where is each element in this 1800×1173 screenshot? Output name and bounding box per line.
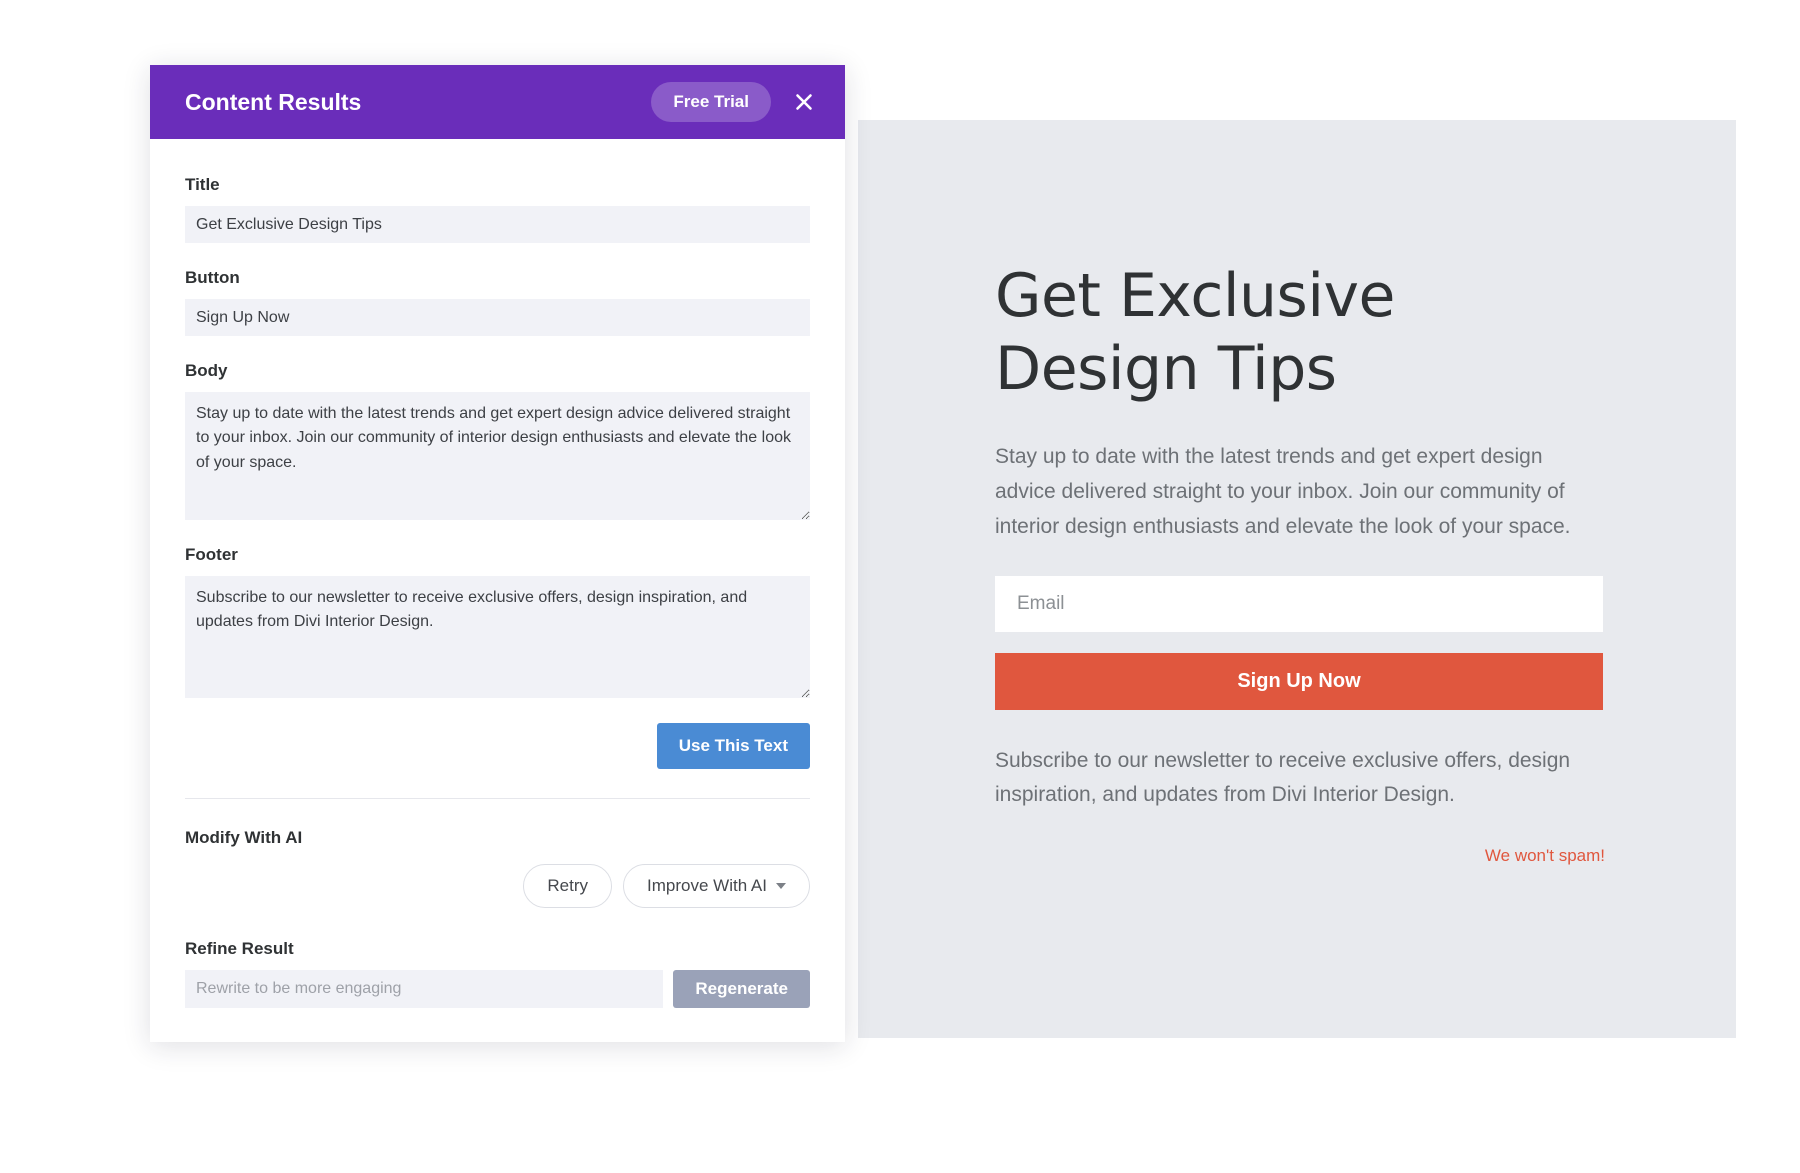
regenerate-button[interactable]: Regenerate — [673, 970, 810, 1008]
preview-panel: Get Exclusive Design Tips Stay up to dat… — [858, 120, 1736, 1038]
footer-field-label: Footer — [185, 545, 238, 564]
chevron-down-icon — [776, 883, 786, 889]
body-field-label: Body — [185, 361, 228, 380]
title-input[interactable] — [185, 206, 810, 243]
refine-result-label: Refine Result — [185, 939, 294, 958]
preview-footer-text: Subscribe to our newsletter to receive e… — [995, 749, 1571, 807]
title-field-label: Title — [185, 175, 220, 194]
preview-signup-button[interactable]: Sign Up Now — [995, 653, 1603, 711]
refine-result-input[interactable] — [185, 970, 664, 1008]
modal-title: Content Results — [185, 88, 362, 115]
preview-body-text: Stay up to date with the latest trends a… — [995, 445, 1571, 538]
preview-headline: Get Exclusive Design Tips — [995, 261, 1395, 405]
footer-textarea[interactable]: Subscribe to our newsletter to receive e… — [185, 576, 810, 698]
modify-with-ai-label: Modify With AI — [185, 828, 303, 847]
improve-with-ai-button[interactable]: Improve With AI — [623, 864, 810, 908]
improve-with-ai-label: Improve With AI — [647, 876, 767, 895]
retry-button-label: Retry — [547, 876, 589, 895]
close-icon — [796, 94, 812, 110]
modal-body: Title Button Body Stay up to date with t… — [150, 139, 845, 1042]
close-button[interactable] — [787, 85, 821, 119]
section-divider-modify — [185, 798, 810, 799]
button-field-label: Button — [185, 268, 240, 287]
content-results-modal: Content Results Free Trial Title Button … — [150, 65, 845, 1042]
modal-header: Content Results Free Trial — [150, 65, 845, 139]
use-this-text-row: Use This Text — [185, 723, 810, 769]
body-textarea[interactable]: Stay up to date with the latest trends a… — [185, 392, 810, 520]
free-trial-badge[interactable]: Free Trial — [651, 82, 771, 122]
retry-button[interactable]: Retry — [523, 864, 613, 908]
modify-with-ai-actions: Retry Improve With AI — [185, 864, 810, 908]
use-this-text-button[interactable]: Use This Text — [656, 723, 810, 769]
preview-spam-note: We won't spam! — [1484, 846, 1605, 866]
preview-email-input[interactable] — [995, 576, 1603, 633]
refine-result-row: Regenerate — [185, 970, 810, 1008]
button-text-input[interactable] — [185, 299, 810, 336]
preview-content: Get Exclusive Design Tips Stay up to dat… — [995, 260, 1605, 866]
